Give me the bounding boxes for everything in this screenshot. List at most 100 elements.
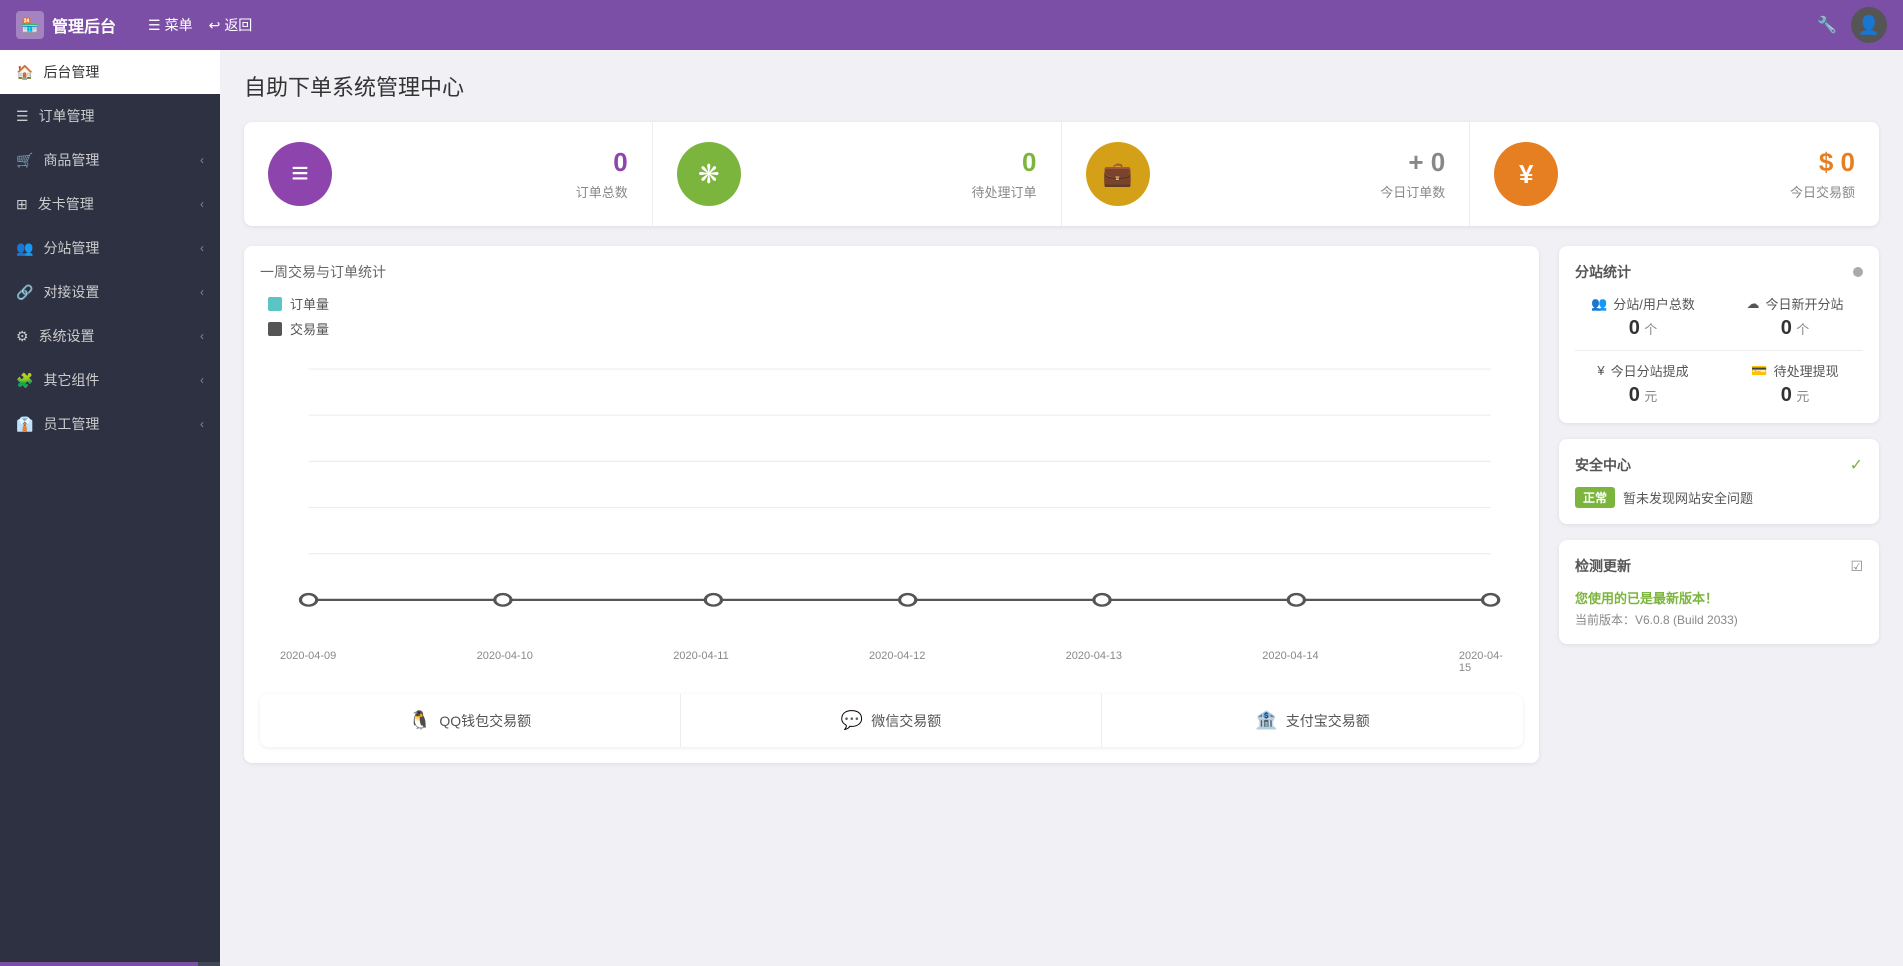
home-icon: 🏠 (16, 64, 33, 81)
security-panel: 安全中心 ✓ 正常 暂未发现网站安全问题 (1559, 439, 1879, 524)
branch-grid-2: ¥ 今日分站提成 0 元 💳 待处理提现 (1575, 361, 1863, 407)
back-label: 返回 (224, 15, 252, 35)
today-orders-label: 今日订单数 (1380, 182, 1445, 201)
avatar[interactable]: 👤 (1851, 7, 1887, 43)
header-nav: ☰ 菜单 ↩ 返回 (148, 15, 252, 35)
branch-withdrawal-value: 0 (1781, 384, 1792, 406)
stat-card-pending-orders: ❋ 0 待处理订单 (653, 122, 1062, 226)
today-orders-icon: 💼 (1086, 142, 1150, 206)
header: 🏪 管理后台 ☰ 菜单 ↩ 返回 🔧 👤 (0, 0, 1903, 50)
legend-order-label: 订单量 (290, 294, 329, 313)
pending-orders-label: 待处理订单 (971, 182, 1036, 201)
update-header: 检测更新 ☑ (1575, 556, 1863, 576)
legend-teal-color (268, 297, 282, 311)
total-orders-icon: ≡ (268, 142, 332, 206)
sidebar-label-products: 商品管理 (43, 150, 99, 170)
branch-total-icon: 👥 (1591, 296, 1607, 312)
stat-card-total-orders: ≡ 0 订单总数 (244, 122, 653, 226)
pending-orders-icon: ❋ (677, 142, 741, 206)
security-title: 安全中心 (1575, 455, 1631, 475)
wechat-payment-label: 微信交易额 (871, 711, 941, 731)
bottom-row: 一周交易与订单统计 订单量 交易量 (244, 246, 1879, 763)
check-icon: ✓ (1850, 455, 1863, 475)
sidebar-label-connect: 对接设置 (43, 282, 99, 302)
sidebar-item-dashboard[interactable]: 🏠 后台管理 (0, 50, 220, 94)
security-text: 暂未发现网站安全问题 (1623, 488, 1753, 507)
legend-trade-label: 交易量 (290, 319, 329, 338)
branch-withdrawal-label: 待处理提现 (1774, 361, 1839, 380)
branch-stat-total: 👥 分站/用户总数 0 个 (1575, 294, 1711, 340)
menu-label: 菜单 (165, 15, 193, 35)
chevron-left-icon-2: ‹ (200, 197, 204, 211)
legend-order-volume: 订单量 (268, 294, 1515, 313)
sidebar-item-staff[interactable]: 👔 员工管理 ‹ (0, 402, 220, 446)
sidebar-label-staff: 员工管理 (43, 414, 99, 434)
qq-icon: 🐧 (409, 710, 431, 731)
chevron-left-icon-5: ‹ (200, 329, 204, 343)
security-badge: 正常 (1575, 487, 1615, 508)
security-status: 正常 暂未发现网站安全问题 (1575, 487, 1863, 508)
header-right: 🔧 👤 (1815, 7, 1887, 43)
checkbox-icon: ☑ (1850, 558, 1863, 575)
branch-total-value: 0 (1629, 317, 1640, 339)
chart-title: 一周交易与订单统计 (260, 262, 1523, 282)
chart-panel: 一周交易与订单统计 订单量 交易量 (244, 246, 1539, 763)
header-logo: 🏪 管理后台 (16, 11, 116, 39)
branch-stat-commission: ¥ 今日分站提成 0 元 (1575, 361, 1711, 407)
chevron-left-icon-6: ‹ (200, 373, 204, 387)
sidebar-item-products[interactable]: 🛒 商品管理 ‹ (0, 138, 220, 182)
sidebar-item-connect[interactable]: 🔗 对接设置 ‹ (0, 270, 220, 314)
x-label-0: 2020-04-09 (280, 650, 336, 674)
sidebar-item-branches[interactable]: 👥 分站管理 ‹ (0, 226, 220, 270)
cloud-icon: ☁ (1746, 296, 1759, 312)
orders-icon: ☰ (16, 108, 29, 125)
chevron-left-icon-4: ‹ (200, 285, 204, 299)
cards-icon: ⊞ (16, 196, 28, 213)
sidebar-label-dashboard: 后台管理 (43, 62, 99, 82)
sidebar-item-other[interactable]: 🧩 其它组件 ‹ (0, 358, 220, 402)
x-label-3: 2020-04-12 (869, 650, 925, 674)
alipay-payment-label: 支付宝交易额 (1286, 711, 1370, 731)
logo-icon: 🏪 (16, 11, 44, 39)
branches-icon: 👥 (16, 240, 33, 257)
sidebar: 🏠 后台管理 ☰ 订单管理 🛒 商品管理 ‹ ⊞ 发卡管理 ‹ (0, 50, 220, 966)
back-button[interactable]: ↩ 返回 (209, 15, 253, 35)
branch-indicator-icon (1853, 267, 1863, 277)
branch-commission-value: 0 (1629, 384, 1640, 406)
branch-stat-new: ☁ 今日新开分站 0 个 (1727, 294, 1863, 340)
legend-dark-color (268, 322, 282, 336)
branch-new-label: 今日新开分站 (1765, 294, 1843, 313)
sidebar-label-other: 其它组件 (43, 370, 99, 390)
back-icon: ↩ (209, 17, 221, 34)
sidebar-item-system[interactable]: ⚙ 系统设置 ‹ (0, 314, 220, 358)
products-icon: 🛒 (16, 152, 33, 169)
wechat-payment: 💬 微信交易额 (681, 694, 1102, 747)
total-orders-label: 订单总数 (576, 182, 628, 201)
pending-orders-value: 0 (1022, 147, 1036, 178)
sidebar-item-cards[interactable]: ⊞ 发卡管理 ‹ (0, 182, 220, 226)
branch-new-unit: 个 (1796, 322, 1809, 337)
branch-stats-panel: 分站统计 👥 分站/用户总数 0 个 (1559, 246, 1879, 423)
branch-divider (1575, 350, 1863, 351)
x-label-1: 2020-04-10 (477, 650, 533, 674)
chevron-left-icon-3: ‹ (200, 241, 204, 255)
sidebar-item-orders[interactable]: ☰ 订单管理 (0, 94, 220, 138)
update-panel: 检测更新 ☑ 您使用的已是最新版本！ 当前版本：V6.0.8 (Build 20… (1559, 540, 1879, 644)
chevron-left-icon-7: ‹ (200, 417, 204, 431)
chart-area (260, 346, 1523, 646)
menu-button[interactable]: ☰ 菜单 (148, 15, 193, 35)
today-amount-label: 今日交易额 (1790, 182, 1855, 201)
settings-icon[interactable]: 🔧 (1815, 13, 1839, 37)
menu-icon: ☰ (148, 17, 161, 34)
sidebar-progress-bar-container (0, 962, 220, 966)
sidebar-label-system: 系统设置 (39, 326, 95, 346)
x-label-5: 2020-04-14 (1262, 650, 1318, 674)
branch-grid: 👥 分站/用户总数 0 个 ☁ 今日新开分站 (1575, 294, 1863, 340)
chart-x-labels: 2020-04-09 2020-04-10 2020-04-11 2020-04… (260, 646, 1523, 674)
connect-icon: 🔗 (16, 284, 33, 301)
card-icon: 💳 (1751, 363, 1767, 379)
sidebar-progress-bar (0, 962, 198, 966)
sidebar-label-cards: 发卡管理 (38, 194, 94, 214)
sidebar-label-orders: 订单管理 (39, 106, 95, 126)
today-amount-value: $ 0 (1819, 147, 1855, 178)
